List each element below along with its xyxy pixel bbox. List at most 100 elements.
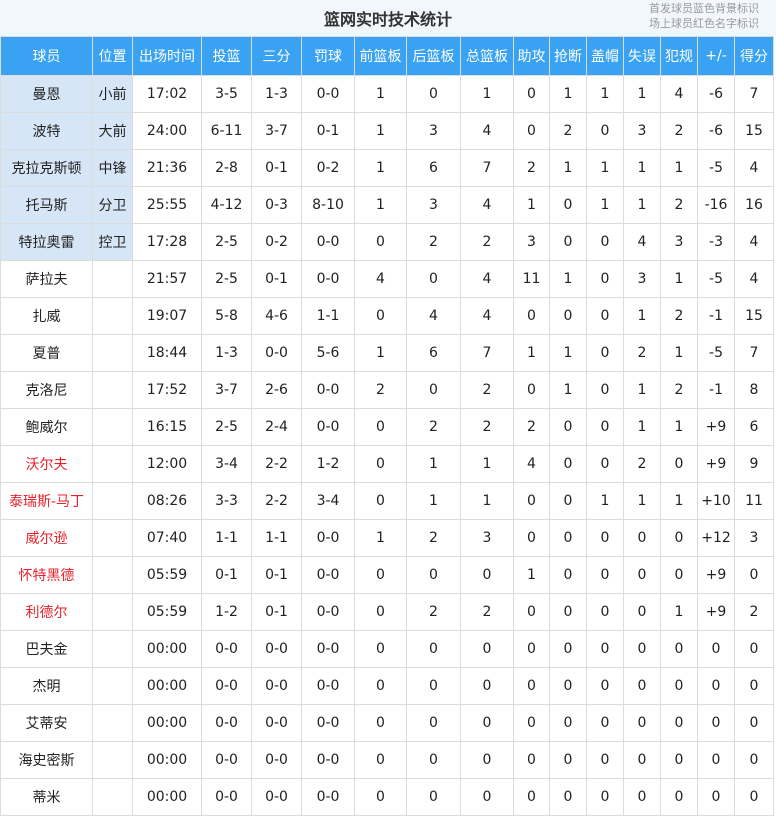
player-blk: 0 bbox=[586, 593, 624, 631]
player-plus-minus: +9 bbox=[697, 593, 735, 631]
player-position bbox=[92, 704, 133, 742]
player-name: 克洛尼 bbox=[0, 371, 93, 409]
player-dreb: 0 bbox=[406, 556, 461, 594]
player-reb: 2 bbox=[460, 593, 514, 631]
player-three: 0-2 bbox=[251, 223, 302, 261]
player-blk: 0 bbox=[586, 778, 624, 816]
player-position: 中锋 bbox=[92, 149, 133, 187]
player-ast: 0 bbox=[513, 519, 550, 557]
player-plus-minus: -6 bbox=[697, 112, 735, 150]
player-dreb: 4 bbox=[406, 297, 461, 335]
player-points: 8 bbox=[734, 371, 774, 409]
player-ast: 11 bbox=[513, 260, 550, 298]
player-stl: 0 bbox=[549, 445, 587, 483]
player-minutes: 12:00 bbox=[132, 445, 202, 483]
player-position: 小前 bbox=[92, 75, 133, 113]
player-tov: 3 bbox=[623, 260, 661, 298]
table-row: 海史密斯 00:00 0-0 0-0 0-0 0 0 0 0 0 0 0 0 0 0 bbox=[0, 741, 774, 779]
player-name: 曼恩 bbox=[0, 75, 93, 113]
player-stl: 0 bbox=[549, 593, 587, 631]
player-minutes: 05:59 bbox=[132, 593, 202, 631]
player-stl: 0 bbox=[549, 519, 587, 557]
player-stl: 0 bbox=[549, 741, 587, 779]
player-stl: 0 bbox=[549, 482, 587, 520]
player-plus-minus: 0 bbox=[697, 704, 735, 742]
player-points: 11 bbox=[734, 482, 774, 520]
table-row: 怀特黑德 05:59 0-1 0-1 0-0 0 0 0 1 0 0 0 0 +9 0 bbox=[0, 556, 774, 594]
column-header-ft: 罚球 bbox=[301, 36, 355, 76]
player-plus-minus: -5 bbox=[697, 260, 735, 298]
player-points: 7 bbox=[734, 334, 774, 372]
player-points: 4 bbox=[734, 149, 774, 187]
page-header: 篮网实时技术统计 首发球员蓝色背景标识 场上球员红色名字标识 bbox=[0, 0, 776, 36]
table-row: 利德尔 05:59 1-2 0-1 0-0 0 2 2 0 0 0 0 1 +9 2 bbox=[0, 593, 774, 631]
player-ast: 2 bbox=[513, 408, 550, 446]
player-fg: 3-4 bbox=[201, 445, 252, 483]
player-blk: 0 bbox=[586, 519, 624, 557]
column-header-plus-minus: +/- bbox=[697, 36, 735, 76]
player-name: 克拉克斯顿 bbox=[0, 149, 93, 187]
player-tov: 0 bbox=[623, 630, 661, 668]
player-tov: 0 bbox=[623, 704, 661, 742]
player-reb: 7 bbox=[460, 149, 514, 187]
player-stl: 1 bbox=[549, 149, 587, 187]
player-name: 鲍威尔 bbox=[0, 408, 93, 446]
player-oreb: 2 bbox=[354, 371, 407, 409]
player-ast: 0 bbox=[513, 371, 550, 409]
player-points: 0 bbox=[734, 667, 774, 705]
player-reb: 4 bbox=[460, 186, 514, 224]
player-tov: 1 bbox=[623, 75, 661, 113]
player-ast: 0 bbox=[513, 112, 550, 150]
player-ast: 0 bbox=[513, 667, 550, 705]
player-position bbox=[92, 741, 133, 779]
player-name: 海史密斯 bbox=[0, 741, 93, 779]
player-oreb: 0 bbox=[354, 297, 407, 335]
player-reb: 3 bbox=[460, 519, 514, 557]
player-oreb: 0 bbox=[354, 778, 407, 816]
player-points: 6 bbox=[734, 408, 774, 446]
player-reb: 2 bbox=[460, 371, 514, 409]
player-name: 利德尔 bbox=[0, 593, 93, 631]
player-position bbox=[92, 482, 133, 520]
player-three: 2-2 bbox=[251, 445, 302, 483]
player-three: 0-0 bbox=[251, 630, 302, 668]
player-fg: 3-7 bbox=[201, 371, 252, 409]
player-plus-minus: -5 bbox=[697, 149, 735, 187]
player-blk: 0 bbox=[586, 704, 624, 742]
player-oreb: 0 bbox=[354, 704, 407, 742]
column-header-pf: 犯规 bbox=[660, 36, 698, 76]
column-header-tov: 失误 bbox=[623, 36, 661, 76]
player-pf: 2 bbox=[660, 371, 698, 409]
player-dreb: 1 bbox=[406, 482, 461, 520]
column-header-stl: 抢断 bbox=[549, 36, 587, 76]
player-points: 15 bbox=[734, 297, 774, 335]
player-reb: 2 bbox=[460, 223, 514, 261]
player-position bbox=[92, 445, 133, 483]
player-minutes: 17:02 bbox=[132, 75, 202, 113]
player-ast: 0 bbox=[513, 297, 550, 335]
player-minutes: 19:07 bbox=[132, 297, 202, 335]
player-three: 0-1 bbox=[251, 593, 302, 631]
player-ft: 0-1 bbox=[301, 112, 355, 150]
column-header-points: 得分 bbox=[734, 36, 774, 76]
player-reb: 0 bbox=[460, 630, 514, 668]
table-row: 泰瑞斯-马丁 08:26 3-3 2-2 3-4 0 1 1 0 0 1 1 1 +10 11 bbox=[0, 482, 774, 520]
player-tov: 0 bbox=[623, 519, 661, 557]
player-fg: 2-5 bbox=[201, 408, 252, 446]
player-three: 1-1 bbox=[251, 519, 302, 557]
table-row: 鲍威尔 16:15 2-5 2-4 0-0 0 2 2 2 0 0 1 1 +9 6 bbox=[0, 408, 774, 446]
column-header-oreb: 前篮板 bbox=[354, 36, 407, 76]
player-oreb: 1 bbox=[354, 186, 407, 224]
player-stl: 0 bbox=[549, 630, 587, 668]
player-minutes: 18:44 bbox=[132, 334, 202, 372]
player-reb: 1 bbox=[460, 482, 514, 520]
player-minutes: 07:40 bbox=[132, 519, 202, 557]
player-pf: 1 bbox=[660, 149, 698, 187]
player-reb: 1 bbox=[460, 445, 514, 483]
player-ft: 0-0 bbox=[301, 778, 355, 816]
player-minutes: 08:26 bbox=[132, 482, 202, 520]
player-name: 夏普 bbox=[0, 334, 93, 372]
player-points: 4 bbox=[734, 260, 774, 298]
player-dreb: 0 bbox=[406, 704, 461, 742]
player-pf: 0 bbox=[660, 778, 698, 816]
